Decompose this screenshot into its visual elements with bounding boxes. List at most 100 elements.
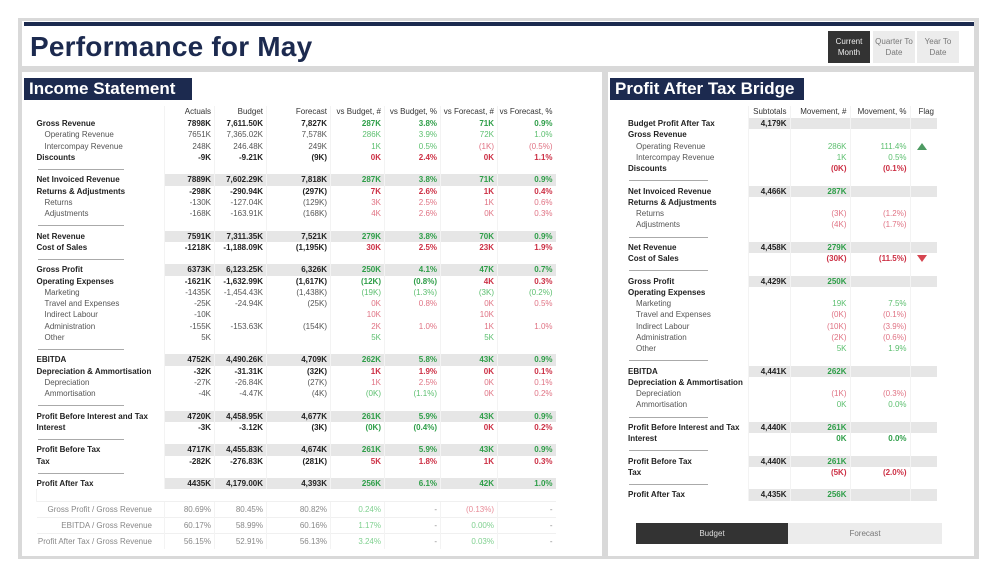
value-cell: 1K <box>440 196 498 208</box>
value-cell: 1.9% <box>497 241 556 253</box>
value-cell: 4717K <box>164 444 215 456</box>
value-cell: -1,454.43K <box>214 286 267 298</box>
empty-cell <box>909 230 937 242</box>
row-label: Gross Profit <box>36 265 83 275</box>
empty-cell <box>747 264 790 276</box>
table-row: Profit Before Interest and Tax 4,440K 261K <box>628 421 937 433</box>
value-cell: 7,578K <box>266 129 331 141</box>
value-cell: 286K <box>789 140 850 152</box>
scenario-forecast-button[interactable]: Forecast <box>788 523 942 544</box>
value-cell: 0.03% <box>440 532 498 549</box>
triangle-up-icon <box>917 142 928 150</box>
value-cell: 4,677K <box>266 410 331 422</box>
value-cell: 80.82% <box>266 500 331 518</box>
column-header: Budget <box>214 106 267 118</box>
empty-cell <box>36 489 556 502</box>
table-row: Travel and Expenses -25K -24.94K (25K) 0K 0.8… <box>37 298 556 310</box>
column-header: Actuals <box>164 106 215 118</box>
value-cell: 4,440K <box>747 455 790 467</box>
value-cell: 261K <box>330 410 385 422</box>
row-label: Profit Before Interest and Tax <box>36 411 148 421</box>
empty-cell <box>214 219 267 231</box>
value-cell: 2.5% <box>384 196 441 208</box>
value-cell: 1.8% <box>384 455 441 467</box>
separator-line <box>37 163 165 174</box>
period-current-month-button[interactable]: Current Month <box>828 31 870 63</box>
value-cell: (0K) <box>330 388 385 400</box>
value-cell: 0.00% <box>440 516 498 534</box>
row-label: Returns & Adjustments <box>628 197 717 207</box>
value-cell: 6,123.25K <box>214 264 267 276</box>
column-header: vs Forecast, % <box>497 106 556 118</box>
scenario-budget-button[interactable]: Budget <box>636 523 788 544</box>
empty-cell <box>164 163 215 175</box>
value-cell: 4K <box>440 275 498 287</box>
value-cell: (0K) <box>789 309 850 321</box>
empty-cell <box>266 466 331 478</box>
value-cell: -153.63K <box>214 320 267 332</box>
value-cell: 1K <box>440 320 498 332</box>
value-cell: 279K <box>789 241 850 253</box>
value-cell <box>789 286 850 298</box>
value-cell: (1,617K) <box>266 275 331 287</box>
period-year-to-date-button[interactable]: Year To Date <box>917 31 959 63</box>
value-cell: 0.4% <box>497 185 556 197</box>
row-label: EBITDA / Gross Revenue <box>36 516 165 534</box>
value-cell: 4,435K <box>747 489 790 501</box>
value-cell <box>789 129 850 141</box>
value-cell <box>909 489 937 501</box>
row-label: Depreciation <box>44 377 90 387</box>
value-cell: (30K) <box>789 253 850 265</box>
value-cell: 1K <box>330 140 385 152</box>
empty-cell <box>747 444 790 456</box>
value-cell <box>909 163 937 175</box>
value-cell <box>747 219 790 231</box>
table-row: Adjustments (4K) (1.7%) <box>628 219 937 231</box>
value-cell: 0K <box>440 151 498 163</box>
value-cell: 4,393K <box>266 478 331 490</box>
value-cell: (27K) <box>266 376 331 388</box>
row-label: Other <box>636 344 657 353</box>
value-cell: 0.3% <box>497 208 556 220</box>
spacer-row <box>36 489 556 502</box>
value-cell: 0.9% <box>497 354 556 366</box>
value-cell <box>747 163 790 175</box>
empty-cell <box>384 466 441 478</box>
table-row: Net Revenue 4,458K 279K <box>628 241 937 253</box>
empty-cell <box>214 343 267 355</box>
value-cell: 1K <box>440 185 498 197</box>
value-cell: 10K <box>440 309 498 321</box>
column-header: Movement, # <box>789 106 850 118</box>
value-cell: 4,466K <box>747 185 790 197</box>
row-label: Discounts <box>628 164 667 173</box>
table-row: Marketing 19K 7.5% <box>628 298 937 310</box>
value-cell: (0K) <box>330 421 385 433</box>
empty-cell <box>164 343 215 355</box>
empty-cell <box>747 174 790 186</box>
separator-row <box>37 343 556 355</box>
table-row: Gross Profit / Gross Revenue 80.69% 80.45%… <box>36 500 556 518</box>
row-label: Profit After Tax / Gross Revenue <box>36 532 165 549</box>
value-cell: - <box>384 516 441 534</box>
period-quarter-to-date-button[interactable]: Quarter To Date <box>873 31 915 63</box>
value-cell: 6373K <box>164 264 215 276</box>
separator-line <box>37 399 165 410</box>
table-row: Operating Expenses -1621K -1,632.99K (1,617… <box>37 275 556 287</box>
separator-line <box>37 343 165 354</box>
value-cell: -1621K <box>164 275 215 287</box>
empty-cell <box>909 444 937 456</box>
empty-cell <box>849 174 910 186</box>
empty-cell <box>497 343 556 355</box>
value-cell <box>747 320 790 332</box>
empty-cell <box>909 174 937 186</box>
value-cell: 23K <box>440 241 498 253</box>
separator-row <box>628 478 937 490</box>
value-cell: -1435K <box>164 286 215 298</box>
row-label: Marketing <box>44 287 80 297</box>
empty-cell <box>497 219 556 231</box>
value-cell: 0.9% <box>497 174 556 186</box>
table-row: Adjustments -168K -163.91K (168K) 4K 2.6% 0K 0.… <box>37 208 556 220</box>
value-cell: -3.12K <box>214 421 267 433</box>
value-cell: (11.5%) <box>849 253 910 265</box>
value-cell: 1.0% <box>384 320 441 332</box>
